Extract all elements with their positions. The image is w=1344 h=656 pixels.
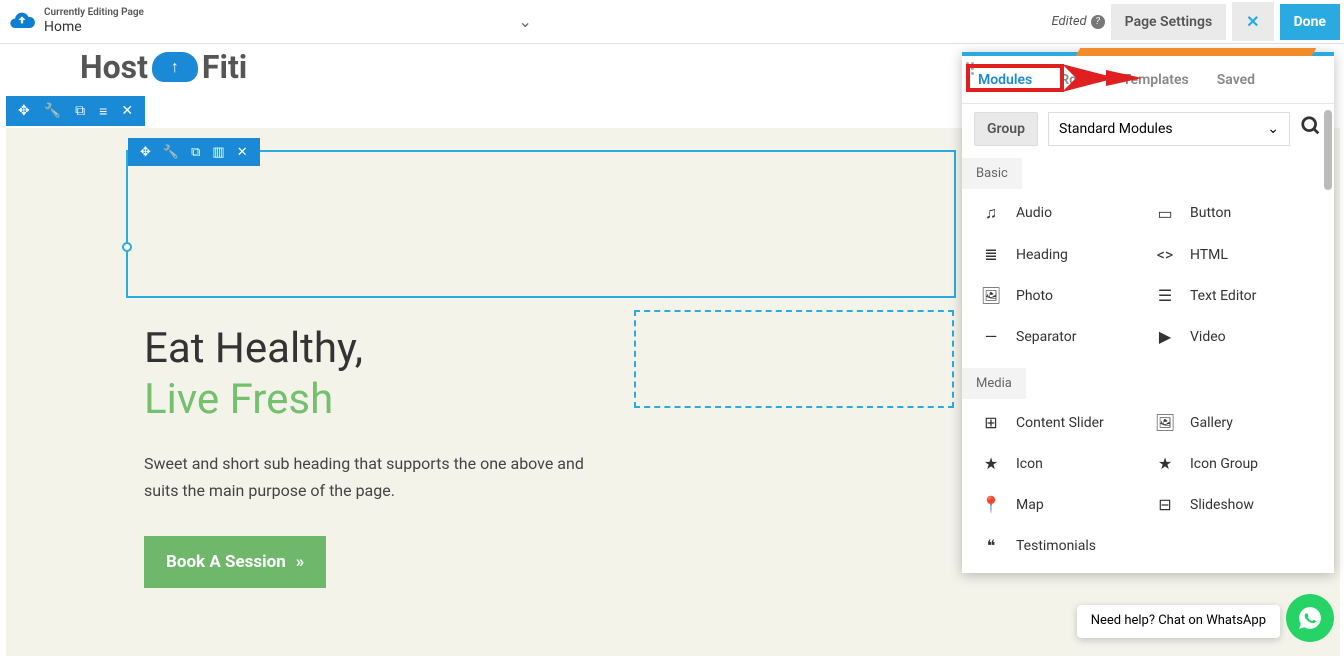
row-toolbar[interactable]: ✥ 🔧 ⧉ ≡ ✕: [6, 96, 145, 126]
page-settings-button[interactable]: Page Settings: [1111, 4, 1227, 40]
slideshow-icon: ⊟: [1154, 495, 1176, 514]
help-icon[interactable]: ?: [1091, 15, 1105, 29]
group-button[interactable]: Group: [974, 112, 1038, 146]
book-session-button[interactable]: Book A Session»: [144, 536, 326, 588]
list-icon[interactable]: ≡: [99, 103, 107, 120]
star-icon: ★: [1154, 454, 1176, 473]
page-name: Home: [44, 19, 144, 36]
move-icon[interactable]: ✥: [140, 145, 151, 160]
move-icon[interactable]: ✥: [18, 103, 30, 119]
scrollbar[interactable]: [1324, 110, 1332, 190]
editing-label: Currently Editing Page: [44, 7, 144, 19]
module-icon-group[interactable]: ★Icon Group: [1154, 454, 1316, 473]
remove-icon[interactable]: ✕: [237, 145, 248, 160]
wrench-icon[interactable]: 🔧: [163, 145, 179, 160]
hero-content: Eat Healthy, Live Fresh Sweet and short …: [144, 324, 584, 588]
panel-accent: [1076, 48, 1317, 56]
module-slideshow[interactable]: ⊟Slideshow: [1154, 495, 1316, 514]
photo-icon: 🖼: [980, 286, 1002, 305]
remove-icon[interactable]: ✕: [121, 103, 133, 119]
pin-icon: 📍: [980, 495, 1002, 514]
module-separator[interactable]: —Separator: [980, 327, 1142, 346]
resize-handle[interactable]: [122, 242, 132, 252]
module-type-dropdown[interactable]: Standard Modules⌄: [1048, 112, 1290, 146]
heading-icon: ≣: [980, 245, 1002, 264]
category-basic: Basic: [962, 158, 1022, 189]
cloud-upload-icon: [8, 7, 36, 35]
code-icon: <>: [1154, 245, 1176, 264]
close-button[interactable]: ✕: [1232, 2, 1273, 41]
chevron-down-icon: ⌄: [1267, 121, 1279, 137]
music-icon: ♫: [980, 203, 1002, 223]
site-logo: HostFiti: [80, 48, 247, 86]
tab-saved[interactable]: Saved: [1217, 72, 1255, 88]
modules-panel: Modules Rows Templates Saved Group Stand…: [962, 52, 1334, 573]
video-icon: ▶: [1154, 327, 1176, 346]
separator-icon: —: [980, 327, 1002, 346]
chevron-down-icon[interactable]: ⌄: [519, 12, 532, 31]
module-content-slider[interactable]: ⊞Content Slider: [980, 413, 1142, 432]
module-audio[interactable]: ♫Audio: [980, 203, 1142, 223]
page-selector[interactable]: Currently Editing Page Home ⌄: [8, 7, 532, 36]
annotation-arrow: [966, 62, 1146, 102]
button-icon: ▭: [1154, 204, 1176, 223]
module-photo[interactable]: 🖼Photo: [980, 286, 1142, 305]
module-texteditor[interactable]: ☰Text Editor: [1154, 286, 1316, 305]
arrow-right-icon: »: [296, 552, 305, 572]
module-gallery[interactable]: 🖼Gallery: [1154, 413, 1316, 432]
edited-indicator: Edited?: [1052, 14, 1105, 29]
wrench-icon[interactable]: 🔧: [44, 103, 61, 119]
module-testimonials[interactable]: ❝Testimonials: [980, 536, 1142, 555]
hero-title-line1: Eat Healthy,: [144, 324, 584, 373]
star-icon: ★: [980, 454, 1002, 473]
module-button[interactable]: ▭Button: [1154, 203, 1316, 223]
module-video[interactable]: ▶Video: [1154, 327, 1316, 346]
duplicate-icon[interactable]: ⧉: [75, 103, 85, 119]
drop-zone[interactable]: [634, 310, 954, 408]
logo-cloud-icon: [152, 52, 198, 82]
column-toolbar[interactable]: ✥ 🔧 ⧉ ▥ ✕: [128, 138, 260, 166]
columns-icon[interactable]: ▥: [212, 145, 224, 160]
module-map[interactable]: 📍Map: [980, 495, 1142, 514]
hero-subtitle: Sweet and short sub heading that support…: [144, 450, 584, 504]
gallery-icon: 🖼: [1154, 413, 1176, 432]
text-icon: ☰: [1154, 286, 1176, 305]
whatsapp-button[interactable]: [1286, 594, 1334, 642]
module-heading[interactable]: ≣Heading: [980, 245, 1142, 264]
whatsapp-icon: [1297, 605, 1323, 631]
slider-icon: ⊞: [980, 413, 1002, 432]
quote-icon: ❝: [980, 536, 1002, 555]
duplicate-icon[interactable]: ⧉: [191, 145, 200, 160]
hero-title-line2: Live Fresh: [144, 375, 584, 424]
category-media: Media: [962, 368, 1026, 399]
module-icon[interactable]: ★Icon: [980, 454, 1142, 473]
whatsapp-tooltip: Need help? Chat on WhatsApp: [1077, 605, 1280, 638]
search-icon[interactable]: [1300, 115, 1322, 143]
done-button[interactable]: Done: [1280, 4, 1340, 40]
top-bar: Currently Editing Page Home ⌄ Edited? Pa…: [0, 0, 1344, 44]
column-outline[interactable]: ✥ 🔧 ⧉ ▥ ✕: [126, 150, 956, 298]
module-html[interactable]: <>HTML: [1154, 245, 1316, 264]
